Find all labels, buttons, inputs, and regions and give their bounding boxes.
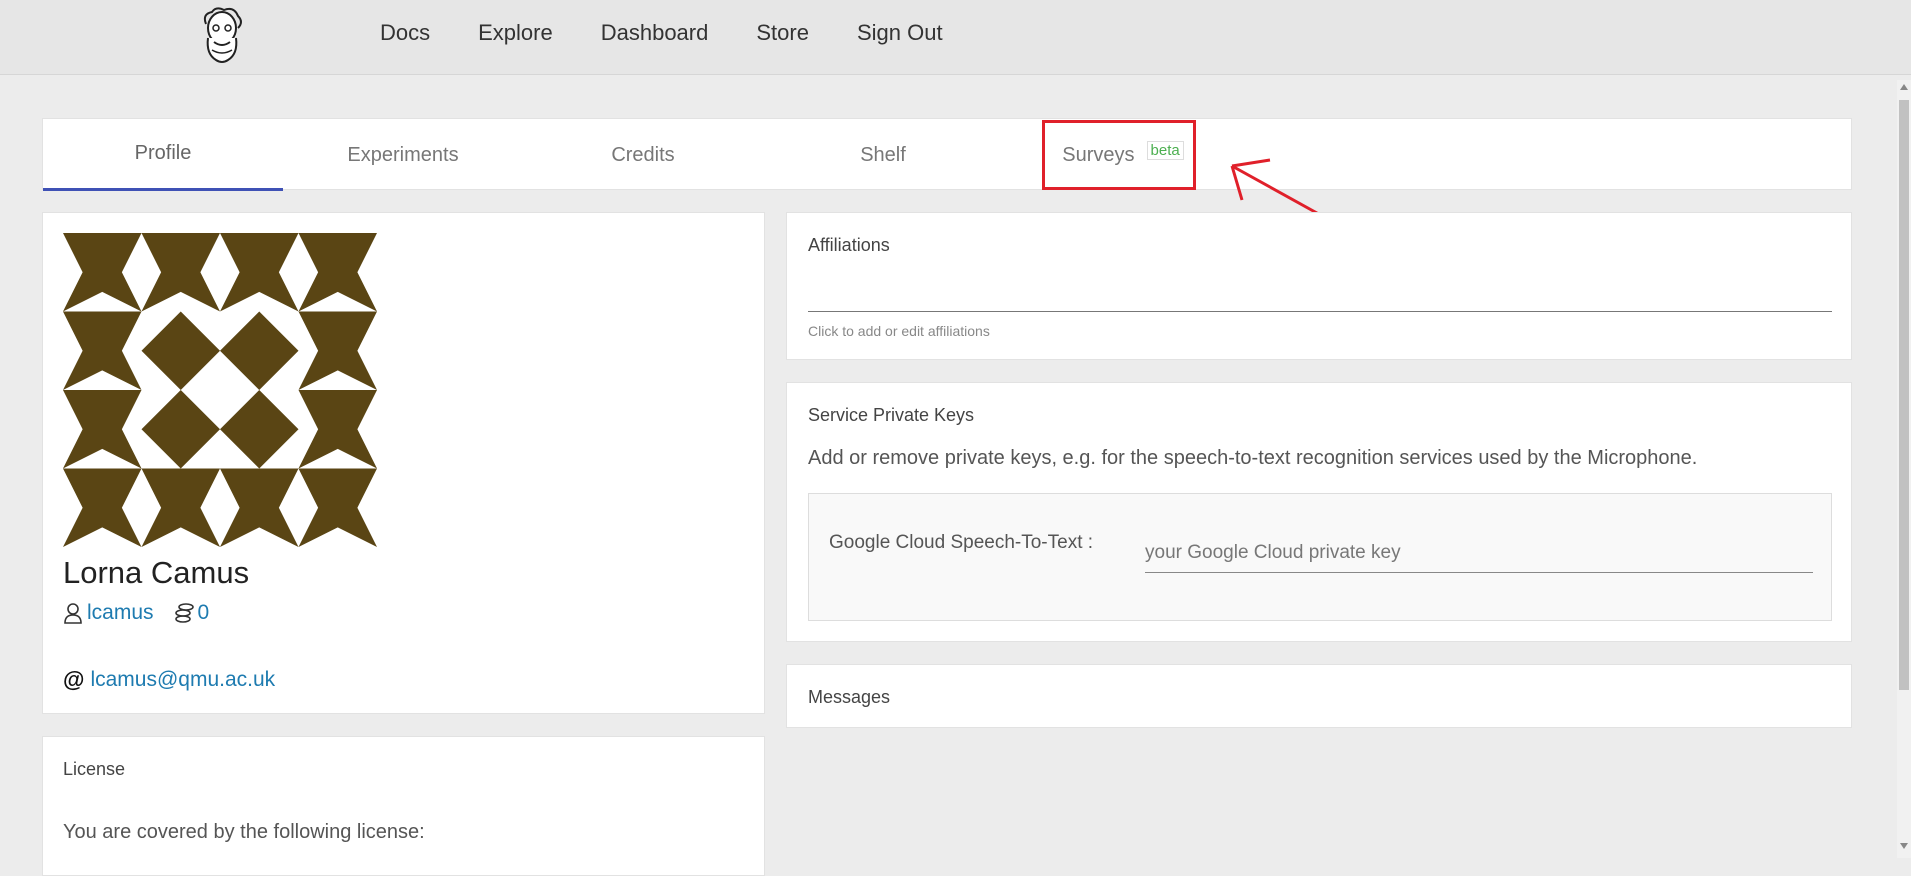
service-keys-title: Service Private Keys bbox=[808, 405, 975, 425]
profile-tabs: Profile Experiments Credits Shelf Survey… bbox=[42, 118, 1852, 191]
tab-profile-label: Profile bbox=[134, 142, 192, 164]
user-info-row: lcamus 0 bbox=[63, 601, 209, 625]
logo-icon[interactable] bbox=[196, 6, 248, 66]
coins-icon bbox=[174, 603, 194, 623]
main-nav: Docs Explore Dashboard Store Sign Out bbox=[380, 18, 991, 48]
nav-dashboard[interactable]: Dashboard bbox=[601, 18, 709, 48]
scroll-down-arrow-icon[interactable] bbox=[1900, 843, 1908, 849]
service-keys-card: Service Private Keys Add or remove priva… bbox=[786, 382, 1852, 642]
email-link[interactable]: lcamus@qmu.ac.uk bbox=[90, 668, 275, 692]
google-key-label: Google Cloud Speech-To-Text : bbox=[829, 532, 1094, 553]
tab-experiments-label: Experiments bbox=[347, 143, 459, 166]
at-icon: @ bbox=[63, 667, 85, 692]
nav-sign-out[interactable]: Sign Out bbox=[857, 18, 943, 48]
messages-card[interactable]: Messages bbox=[786, 664, 1852, 728]
beta-badge: beta bbox=[1146, 140, 1184, 160]
tab-credits-label: Credits bbox=[611, 143, 675, 166]
top-navbar: Docs Explore Dashboard Store Sign Out bbox=[0, 0, 1911, 75]
tab-experiments[interactable]: Experiments bbox=[283, 119, 523, 191]
profile-card: Lorna Camus lcamus 0 @ lcamus@qmu.ac.uk bbox=[42, 212, 765, 714]
tab-shelf-label: Shelf bbox=[860, 143, 906, 166]
tab-shelf[interactable]: Shelf bbox=[763, 119, 1003, 191]
profile-name: Lorna Camus bbox=[63, 555, 250, 590]
scrollbar-thumb[interactable] bbox=[1899, 100, 1909, 690]
license-card: License You are covered by the following… bbox=[42, 736, 765, 876]
nav-docs[interactable]: Docs bbox=[380, 18, 430, 48]
nav-explore[interactable]: Explore bbox=[478, 18, 553, 48]
tab-credits[interactable]: Credits bbox=[523, 119, 763, 191]
service-keys-description: Add or remove private keys, e.g. for the… bbox=[808, 447, 1698, 469]
username-link[interactable]: lcamus bbox=[87, 601, 154, 625]
affiliations-input[interactable] bbox=[808, 311, 1832, 312]
tab-surveys[interactable]: Surveys beta bbox=[1003, 119, 1243, 191]
affiliations-hint: Click to add or edit affiliations bbox=[808, 323, 990, 339]
user-icon bbox=[64, 603, 82, 624]
scroll-up-arrow-icon[interactable] bbox=[1900, 84, 1908, 90]
avatar bbox=[63, 233, 377, 547]
credits-link[interactable]: 0 bbox=[198, 601, 210, 625]
license-title: License bbox=[63, 759, 126, 779]
affiliations-title: Affiliations bbox=[808, 235, 890, 255]
messages-title: Messages bbox=[808, 687, 891, 707]
tab-surveys-label: Surveys bbox=[1062, 143, 1135, 166]
affiliations-card: Affiliations Click to add or edit affili… bbox=[786, 212, 1852, 360]
license-text: You are covered by the following license… bbox=[63, 821, 425, 843]
nav-store[interactable]: Store bbox=[756, 18, 809, 48]
google-key-input[interactable] bbox=[1145, 534, 1813, 573]
tab-profile[interactable]: Profile bbox=[43, 119, 283, 191]
email-row: @ lcamus@qmu.ac.uk bbox=[63, 667, 275, 693]
google-key-panel: Google Cloud Speech-To-Text : bbox=[808, 493, 1832, 621]
